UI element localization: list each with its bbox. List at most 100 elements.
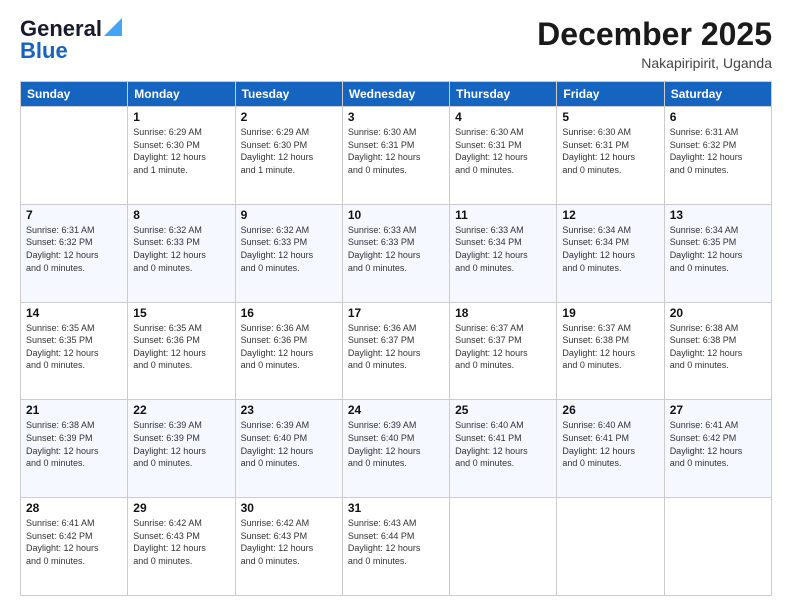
calendar-cell: 3 Sunrise: 6:30 AM Sunset: 6:31 PM Daylig…	[342, 107, 449, 205]
day-number: 30	[241, 501, 337, 515]
calendar-cell	[450, 498, 557, 596]
calendar-cell: 1Sunrise: 6:29 AM Sunset: 6:30 PM Daylig…	[128, 107, 235, 205]
day-info: Sunrise: 6:43 AM Sunset: 6:44 PM Dayligh…	[348, 517, 444, 567]
calendar-cell: 5 Sunrise: 6:30 AM Sunset: 6:31 PM Daylig…	[557, 107, 664, 205]
day-number: 26	[562, 403, 658, 417]
day-number: 4	[455, 110, 551, 124]
day-info: Sunrise: 6:30 AM Sunset: 6:31 PM Dayligh…	[562, 126, 658, 176]
day-number: 27	[670, 403, 766, 417]
calendar-cell: 7Sunrise: 6:31 AM Sunset: 6:32 PM Daylig…	[21, 204, 128, 302]
day-info: Sunrise: 6:35 AM Sunset: 6:35 PM Dayligh…	[26, 322, 122, 372]
day-info: Sunrise: 6:40 AM Sunset: 6:41 PM Dayligh…	[455, 419, 551, 469]
logo-icon	[104, 18, 122, 36]
day-number: 6	[670, 110, 766, 124]
header: General Blue December 2025 Nakapiripirit…	[20, 16, 772, 71]
calendar-week-5: 28 Sunrise: 6:41 AM Sunset: 6:42 PM Dayli…	[21, 498, 772, 596]
col-friday: Friday	[557, 82, 664, 107]
day-info: Sunrise: 6:40 AM Sunset: 6:41 PM Dayligh…	[562, 419, 658, 469]
day-number: 25	[455, 403, 551, 417]
calendar-cell: 30Sunrise: 6:42 AM Sunset: 6:43 PM Dayli…	[235, 498, 342, 596]
day-info: Sunrise: 6:41 AM Sunset: 6:42 PM Dayligh…	[670, 419, 766, 469]
calendar-cell: 21Sunrise: 6:38 AM Sunset: 6:39 PM Dayli…	[21, 400, 128, 498]
col-wednesday: Wednesday	[342, 82, 449, 107]
calendar-cell: 15 Sunrise: 6:35 AM Sunset: 6:36 PM Dayli…	[128, 302, 235, 400]
day-number: 29	[133, 501, 229, 515]
calendar-cell: 31 Sunrise: 6:43 AM Sunset: 6:44 PM Dayli…	[342, 498, 449, 596]
calendar-cell: 18 Sunrise: 6:37 AM Sunset: 6:37 PM Dayli…	[450, 302, 557, 400]
day-number: 23	[241, 403, 337, 417]
day-info: Sunrise: 6:34 AM Sunset: 6:35 PM Dayligh…	[670, 224, 766, 274]
col-saturday: Saturday	[664, 82, 771, 107]
calendar-week-3: 14 Sunrise: 6:35 AM Sunset: 6:35 PM Dayli…	[21, 302, 772, 400]
day-number: 31	[348, 501, 444, 515]
day-info: Sunrise: 6:37 AM Sunset: 6:37 PM Dayligh…	[455, 322, 551, 372]
day-info: Sunrise: 6:30 AM Sunset: 6:31 PM Dayligh…	[455, 126, 551, 176]
day-number: 18	[455, 306, 551, 320]
day-number: 7	[26, 208, 122, 222]
day-info: Sunrise: 6:37 AM Sunset: 6:38 PM Dayligh…	[562, 322, 658, 372]
calendar-week-1: 1Sunrise: 6:29 AM Sunset: 6:30 PM Daylig…	[21, 107, 772, 205]
day-info: Sunrise: 6:34 AM Sunset: 6:34 PM Dayligh…	[562, 224, 658, 274]
day-number: 28	[26, 501, 122, 515]
day-number: 5	[562, 110, 658, 124]
day-number: 15	[133, 306, 229, 320]
day-info: Sunrise: 6:36 AM Sunset: 6:36 PM Dayligh…	[241, 322, 337, 372]
month-title: December 2025	[537, 16, 772, 53]
day-info: Sunrise: 6:38 AM Sunset: 6:38 PM Dayligh…	[670, 322, 766, 372]
calendar-week-4: 21Sunrise: 6:38 AM Sunset: 6:39 PM Dayli…	[21, 400, 772, 498]
calendar-week-2: 7Sunrise: 6:31 AM Sunset: 6:32 PM Daylig…	[21, 204, 772, 302]
day-number: 10	[348, 208, 444, 222]
day-info: Sunrise: 6:38 AM Sunset: 6:39 PM Dayligh…	[26, 419, 122, 469]
day-info: Sunrise: 6:35 AM Sunset: 6:36 PM Dayligh…	[133, 322, 229, 372]
calendar-cell: 11 Sunrise: 6:33 AM Sunset: 6:34 PM Dayli…	[450, 204, 557, 302]
day-number: 19	[562, 306, 658, 320]
page: General Blue December 2025 Nakapiripirit…	[0, 0, 792, 612]
calendar-cell: 14 Sunrise: 6:35 AM Sunset: 6:35 PM Dayli…	[21, 302, 128, 400]
day-info: Sunrise: 6:41 AM Sunset: 6:42 PM Dayligh…	[26, 517, 122, 567]
calendar-cell: 27 Sunrise: 6:41 AM Sunset: 6:42 PM Dayli…	[664, 400, 771, 498]
calendar-cell: 19 Sunrise: 6:37 AM Sunset: 6:38 PM Dayli…	[557, 302, 664, 400]
day-number: 13	[670, 208, 766, 222]
day-info: Sunrise: 6:29 AM Sunset: 6:30 PM Dayligh…	[133, 126, 229, 176]
day-info: Sunrise: 6:30 AM Sunset: 6:31 PM Dayligh…	[348, 126, 444, 176]
calendar-cell: 20 Sunrise: 6:38 AM Sunset: 6:38 PM Dayli…	[664, 302, 771, 400]
day-number: 3	[348, 110, 444, 124]
day-info: Sunrise: 6:42 AM Sunset: 6:43 PM Dayligh…	[133, 517, 229, 567]
day-info: Sunrise: 6:29 AM Sunset: 6:30 PM Dayligh…	[241, 126, 337, 176]
calendar-cell: 12Sunrise: 6:34 AM Sunset: 6:34 PM Dayli…	[557, 204, 664, 302]
day-info: Sunrise: 6:39 AM Sunset: 6:39 PM Dayligh…	[133, 419, 229, 469]
calendar-header-row: Sunday Monday Tuesday Wednesday Thursday…	[21, 82, 772, 107]
day-number: 22	[133, 403, 229, 417]
calendar-cell: 8Sunrise: 6:32 AM Sunset: 6:33 PM Daylig…	[128, 204, 235, 302]
calendar-cell: 6 Sunrise: 6:31 AM Sunset: 6:32 PM Daylig…	[664, 107, 771, 205]
title-block: December 2025 Nakapiripirit, Uganda	[537, 16, 772, 71]
day-number: 11	[455, 208, 551, 222]
calendar-cell: 2 Sunrise: 6:29 AM Sunset: 6:30 PM Daylig…	[235, 107, 342, 205]
calendar-cell	[557, 498, 664, 596]
calendar-cell: 22 Sunrise: 6:39 AM Sunset: 6:39 PM Dayli…	[128, 400, 235, 498]
calendar-table: Sunday Monday Tuesday Wednesday Thursday…	[20, 81, 772, 596]
col-tuesday: Tuesday	[235, 82, 342, 107]
calendar-cell: 28 Sunrise: 6:41 AM Sunset: 6:42 PM Dayli…	[21, 498, 128, 596]
day-info: Sunrise: 6:33 AM Sunset: 6:34 PM Dayligh…	[455, 224, 551, 274]
calendar-cell: 9Sunrise: 6:32 AM Sunset: 6:33 PM Daylig…	[235, 204, 342, 302]
calendar-cell: 23 Sunrise: 6:39 AM Sunset: 6:40 PM Dayli…	[235, 400, 342, 498]
day-number: 2	[241, 110, 337, 124]
calendar-cell	[21, 107, 128, 205]
calendar-cell	[664, 498, 771, 596]
calendar-cell: 29 Sunrise: 6:42 AM Sunset: 6:43 PM Dayli…	[128, 498, 235, 596]
day-number: 8	[133, 208, 229, 222]
day-number: 14	[26, 306, 122, 320]
day-info: Sunrise: 6:31 AM Sunset: 6:32 PM Dayligh…	[670, 126, 766, 176]
calendar-cell: 24Sunrise: 6:39 AM Sunset: 6:40 PM Dayli…	[342, 400, 449, 498]
col-monday: Monday	[128, 82, 235, 107]
day-number: 9	[241, 208, 337, 222]
calendar-cell: 10 Sunrise: 6:33 AM Sunset: 6:33 PM Dayli…	[342, 204, 449, 302]
day-number: 16	[241, 306, 337, 320]
calendar-cell: 13 Sunrise: 6:34 AM Sunset: 6:35 PM Dayli…	[664, 204, 771, 302]
day-info: Sunrise: 6:33 AM Sunset: 6:33 PM Dayligh…	[348, 224, 444, 274]
day-info: Sunrise: 6:39 AM Sunset: 6:40 PM Dayligh…	[241, 419, 337, 469]
calendar-cell: 26 Sunrise: 6:40 AM Sunset: 6:41 PM Dayli…	[557, 400, 664, 498]
day-info: Sunrise: 6:39 AM Sunset: 6:40 PM Dayligh…	[348, 419, 444, 469]
day-number: 20	[670, 306, 766, 320]
